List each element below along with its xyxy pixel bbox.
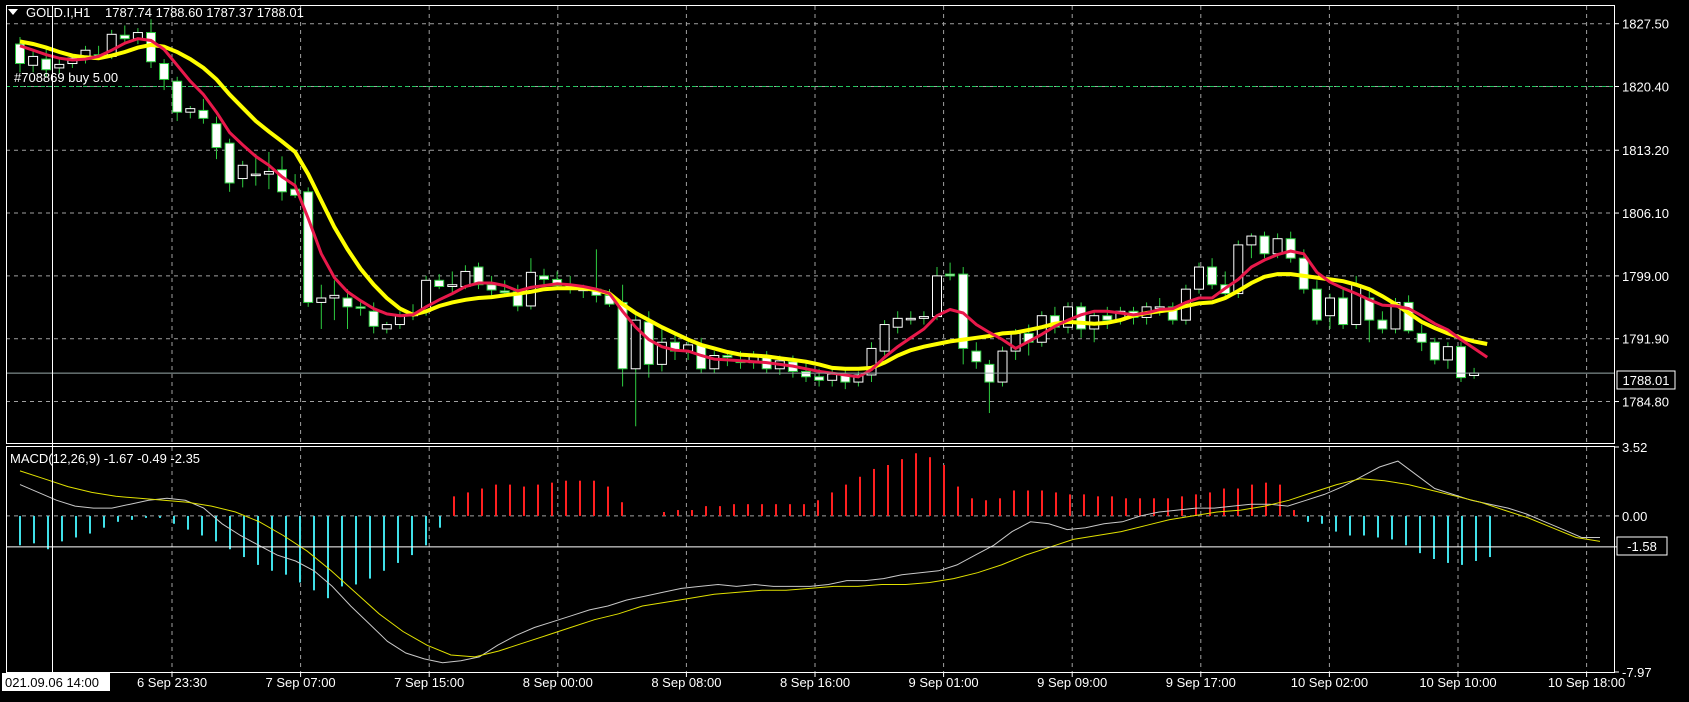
candle-body [945,273,956,277]
time-tick-label: 9 Sep 01:00 [909,675,979,690]
candle-body [1325,297,1335,317]
candle-body [892,317,903,328]
candle-body [918,316,929,319]
price-tick-label: 1813.20 [1622,143,1669,158]
macd-tick-label: -7.97 [1622,665,1652,680]
candle-body [1102,315,1113,321]
candle-body [342,297,353,308]
macd-tick-label: 3.52 [1622,440,1647,455]
candle-body [368,310,379,327]
candle-body [263,170,274,175]
price-tick-label: 1791.90 [1622,332,1669,347]
price-tick-label: 1827.50 [1622,17,1669,32]
candle-body [1246,235,1257,246]
candle-body [971,350,982,363]
candle-body [932,275,942,318]
candle-body [198,109,209,119]
candle-body [224,142,235,184]
macd-current-value: -1.58 [1627,539,1657,554]
candle-body [237,164,248,180]
price-tick-label: 1820.40 [1622,80,1669,95]
time-tick-label: 7 Sep 15:00 [394,675,464,690]
candle-body [41,58,52,71]
candle-body [1338,297,1349,326]
time-tick-label: 8 Sep 08:00 [651,675,721,690]
time-tick-label: 10 Sep 10:00 [1419,675,1496,690]
candle-body [1311,288,1322,321]
candle-body [434,279,445,287]
price-tick-label: 1784.80 [1622,395,1669,410]
time-tick-label: 9 Sep 09:00 [1037,675,1107,690]
candle-body [879,324,890,352]
candle-body [1351,284,1362,326]
candle-body [211,123,222,149]
price-tick-label: 1799.00 [1622,269,1669,284]
candle-body [185,108,196,113]
time-tick-label: 10 Sep 02:00 [1291,675,1368,690]
candle-body [381,324,392,330]
candle-body [250,173,261,177]
candle-body [28,55,39,66]
candle-body [801,370,811,378]
trade-label: #708869 buy 5.00 [14,70,118,85]
time-tick-label: 10 Sep 18:00 [1548,675,1625,690]
time-tick-label: 6 Sep 23:30 [137,675,207,690]
candle-body [1377,319,1388,330]
candle-body [316,297,327,303]
ohlc-label: 1787.74 1788.60 1787.37 1788.01 [105,5,304,20]
current-price-value: 1788.01 [1623,373,1670,388]
candle-body [447,284,458,287]
time-tick-label: 8 Sep 00:00 [523,675,593,690]
time-tick-label: 8 Sep 16:00 [780,675,850,690]
candle-body [1416,332,1427,343]
candle-body [119,34,130,40]
candle-body [539,275,549,280]
macd-tick-label: 0.00 [1622,509,1647,524]
candle-body [1076,306,1087,330]
candle-body [159,63,170,80]
price-tick-label: 1806.10 [1622,206,1669,221]
candle-body [722,355,733,358]
candle-body [355,306,366,309]
symbol-label: GOLD.I,H1 [26,5,90,20]
candle-body [1233,244,1244,295]
candle-body [814,376,825,381]
candle-body [172,80,183,113]
macd-label: MACD(12,26,9) -1.67 -0.49 -2.35 [10,451,200,466]
cursor-time-label: 021.09.06 14:00 [5,675,99,690]
candle-body [1207,266,1218,286]
candle-body [997,350,1008,383]
candle-body [643,321,654,365]
candle-body [486,284,497,291]
candle-body [905,317,916,321]
candle-body [1259,235,1270,255]
time-tick-label: 9 Sep 17:00 [1166,675,1236,690]
candle-body [54,63,65,69]
time-tick-label: 7 Sep 07:00 [266,675,336,690]
candle-body [1429,341,1440,361]
candle-body [499,290,510,294]
candle-body [1272,238,1283,255]
candle-body [329,294,340,299]
candle-body [1285,238,1296,259]
candle-body [1194,266,1204,290]
chart-canvas: 1827.50 1820.40 1813.20 1806.10 1799.00 1791.… [0,0,1689,702]
candle-body [1442,346,1453,361]
